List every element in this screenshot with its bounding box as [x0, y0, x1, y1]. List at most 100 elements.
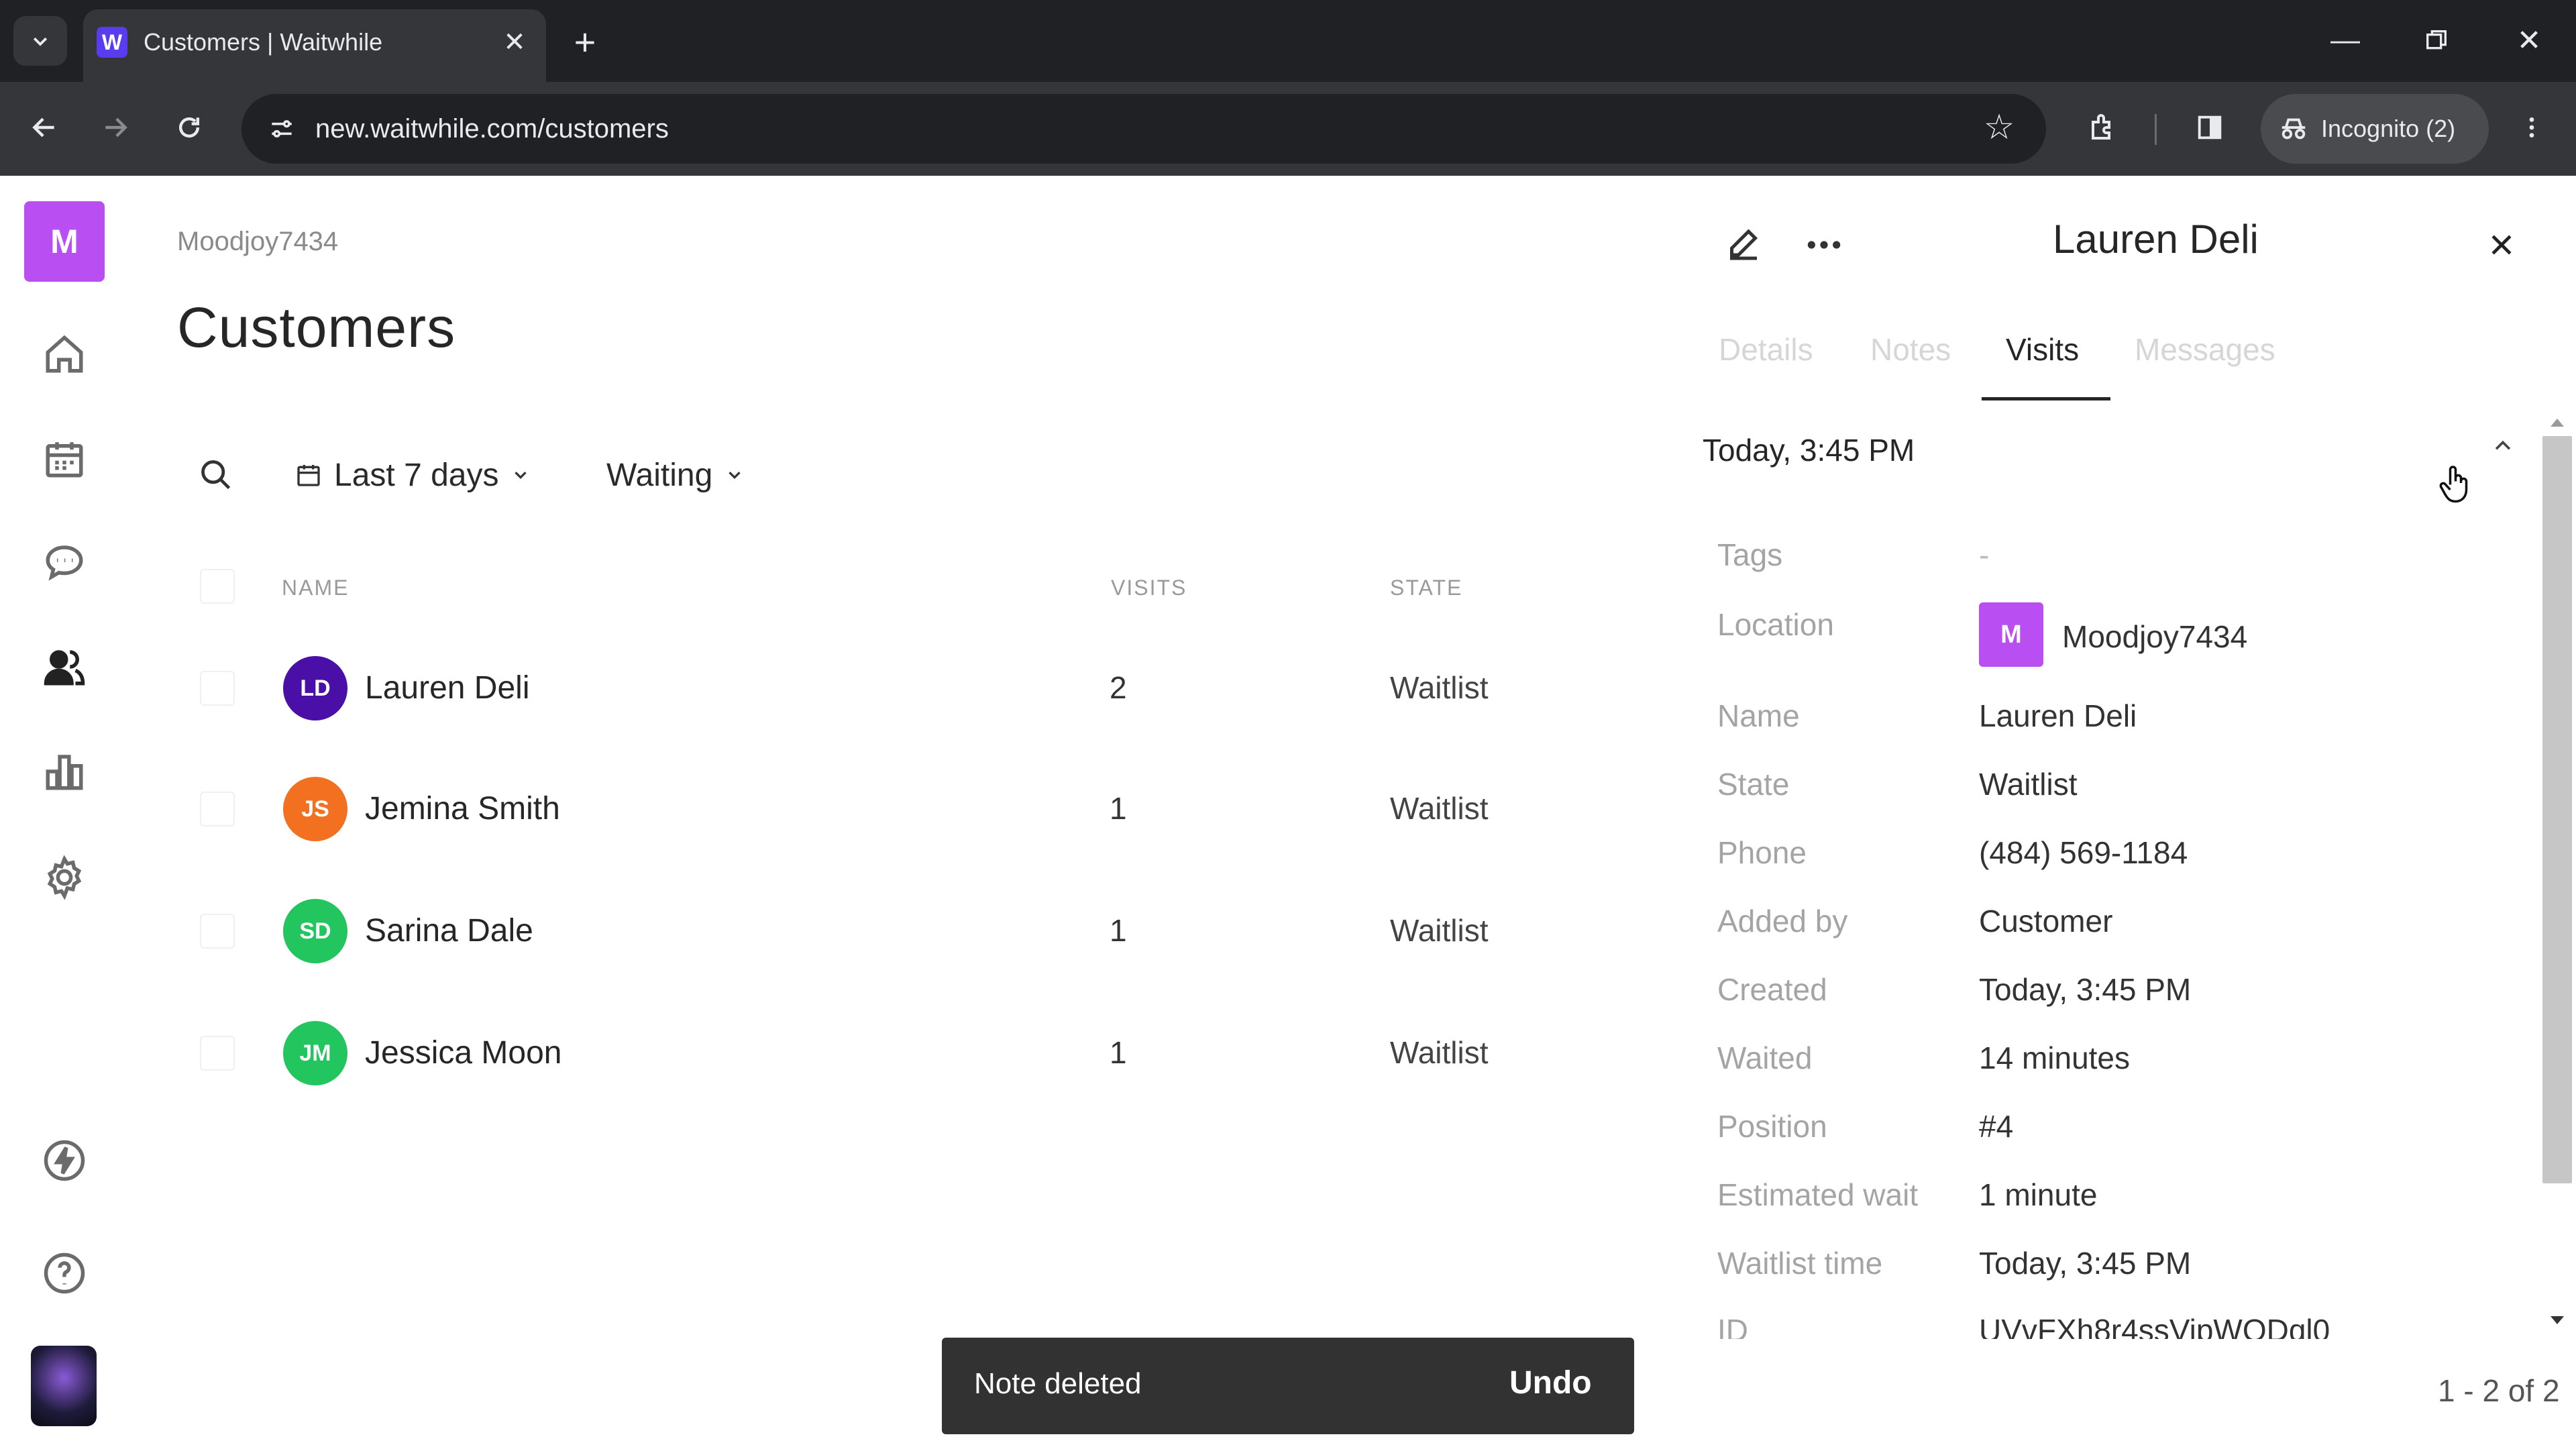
restore-icon[interactable] [2403, 13, 2470, 67]
waitwhile-favicon-icon: W [97, 27, 127, 58]
select-all-checkbox[interactable] [200, 569, 235, 604]
customer-visits: 2 [1110, 670, 1127, 705]
label-tags: Tags [1717, 537, 1783, 572]
customer-name[interactable]: Jessica Moon [365, 1034, 561, 1071]
toast-message: Note deleted [974, 1367, 1142, 1400]
date-filter-label: Last 7 days [334, 457, 499, 493]
tab-notes[interactable]: Notes [1870, 331, 1951, 368]
new-tab-button[interactable]: + [564, 20, 606, 63]
tab-details[interactable]: Details [1719, 331, 1813, 368]
location-logo[interactable]: M [24, 201, 105, 282]
browser-menu-icon[interactable] [2505, 101, 2559, 154]
url-text[interactable]: new.waitwhile.com/customers [315, 109, 669, 149]
panel-scrollbar[interactable] [2542, 436, 2572, 1183]
value-phone[interactable]: (484) 569-1184 [1979, 835, 2188, 871]
customer-state: Waitlist [1390, 913, 1489, 948]
calendar-icon[interactable] [34, 428, 95, 490]
calendar-small-icon [297, 465, 320, 486]
site-info-icon[interactable] [255, 102, 309, 156]
bar-chart-icon[interactable] [34, 741, 95, 802]
value-added-by: Customer [1979, 904, 2113, 938]
label-state: State [1717, 767, 1790, 802]
value-waited: 14 minutes [1979, 1040, 2131, 1075]
label-id: ID [1717, 1313, 1748, 1339]
people-icon[interactable] [34, 636, 95, 698]
pagination-info: 1 - 2 of 2 [2438, 1373, 2560, 1408]
incognito-icon [2282, 118, 2306, 140]
scroll-up-arrow-icon[interactable] [2545, 415, 2569, 431]
location-badge: M [1979, 602, 2043, 667]
column-header-state[interactable]: STATE [1390, 576, 1462, 600]
value-position: #4 [1979, 1109, 2014, 1144]
customer-visits: 1 [1110, 791, 1127, 826]
customer-name[interactable]: Sarina Dale [365, 912, 533, 949]
minimize-icon[interactable]: — [2312, 13, 2379, 67]
label-estimated-wait: Estimated wait [1717, 1177, 1919, 1212]
value-location: Moodjoy7434 [2062, 619, 2248, 654]
chevron-down-icon [729, 472, 741, 480]
date-filter-dropdown[interactable]: Last 7 days [295, 449, 531, 500]
row-checkbox[interactable] [200, 914, 235, 949]
label-created: Created [1717, 972, 1827, 1007]
toolbar-divider [2155, 114, 2157, 145]
avatar: JM [283, 1021, 347, 1085]
state-filter-dropdown[interactable]: Waiting [606, 449, 745, 500]
label-waitlist-time: Waitlist time [1717, 1246, 1883, 1281]
label-position: Position [1717, 1109, 1827, 1144]
tab-search-button[interactable] [13, 16, 67, 66]
chevron-up-icon[interactable] [2486, 429, 2520, 463]
avatar: SD [283, 899, 347, 963]
breadcrumb[interactable]: Moodjoy7434 [177, 227, 338, 257]
more-options-icon[interactable] [1795, 216, 1853, 274]
user-avatar[interactable] [31, 1346, 97, 1426]
window-close-icon[interactable]: ✕ [2496, 13, 2563, 67]
tab-close-icon[interactable]: ✕ [496, 24, 533, 60]
tab-visits[interactable]: Visits [2006, 331, 2079, 368]
row-checkbox[interactable] [200, 1036, 235, 1071]
customer-visits: 1 [1110, 1035, 1127, 1070]
bookmark-star-icon[interactable]: ☆ [1972, 101, 2026, 154]
value-created: Today, 3:45 PM [1979, 972, 2192, 1007]
label-added-by: Added by [1717, 904, 1848, 938]
value-estimated-wait: 1 minute [1979, 1177, 2098, 1212]
customer-state: Waitlist [1390, 670, 1489, 705]
avatar: JS [283, 777, 347, 841]
extensions-icon[interactable] [2076, 101, 2129, 154]
customer-state: Waitlist [1390, 791, 1489, 826]
value-state: Waitlist [1979, 767, 2078, 802]
column-header-name[interactable]: NAME [282, 576, 349, 600]
home-icon[interactable] [34, 323, 95, 385]
row-checkbox[interactable] [200, 792, 235, 826]
side-panel-icon[interactable] [2183, 101, 2237, 154]
close-icon[interactable] [2473, 216, 2530, 274]
scroll-down-arrow-icon[interactable] [2545, 1312, 2569, 1328]
help-icon[interactable] [34, 1242, 95, 1304]
column-header-visits[interactable]: VISITS [1111, 576, 1187, 600]
page-title: Customers [177, 296, 456, 359]
incognito-indicator[interactable]: Incognito (2) [2261, 94, 2489, 164]
search-icon[interactable] [191, 449, 241, 500]
back-arrow-icon[interactable] [17, 101, 71, 154]
customer-name[interactable]: Jemina Smith [365, 790, 560, 827]
forward-arrow-icon[interactable] [89, 101, 142, 154]
undo-button[interactable]: Undo [1509, 1364, 1592, 1401]
tab-title: Customers | Waitwhile [144, 28, 383, 56]
row-checkbox[interactable] [200, 671, 235, 706]
gear-icon[interactable] [34, 847, 95, 908]
lightning-icon[interactable] [34, 1130, 95, 1191]
label-phone: Phone [1717, 835, 1807, 870]
tab-messages[interactable]: Messages [2135, 331, 2275, 368]
chevron-down-icon [515, 472, 527, 480]
active-tab-indicator [1982, 397, 2110, 400]
value-id: UVvFXh8r4ssVipWODql0 [1979, 1313, 2330, 1339]
value-name: Lauren Deli [1979, 698, 2137, 733]
visit-date[interactable]: Today, 3:45 PM [1703, 432, 1915, 468]
avatar: LD [283, 656, 347, 720]
label-name: Name [1717, 698, 1800, 733]
customer-visits: 1 [1110, 913, 1127, 948]
edit-pencil-icon[interactable] [1715, 216, 1772, 274]
label-waited: Waited [1717, 1040, 1813, 1075]
reload-icon[interactable] [162, 101, 216, 154]
chat-icon[interactable] [34, 531, 95, 593]
customer-name[interactable]: Lauren Deli [365, 669, 529, 706]
